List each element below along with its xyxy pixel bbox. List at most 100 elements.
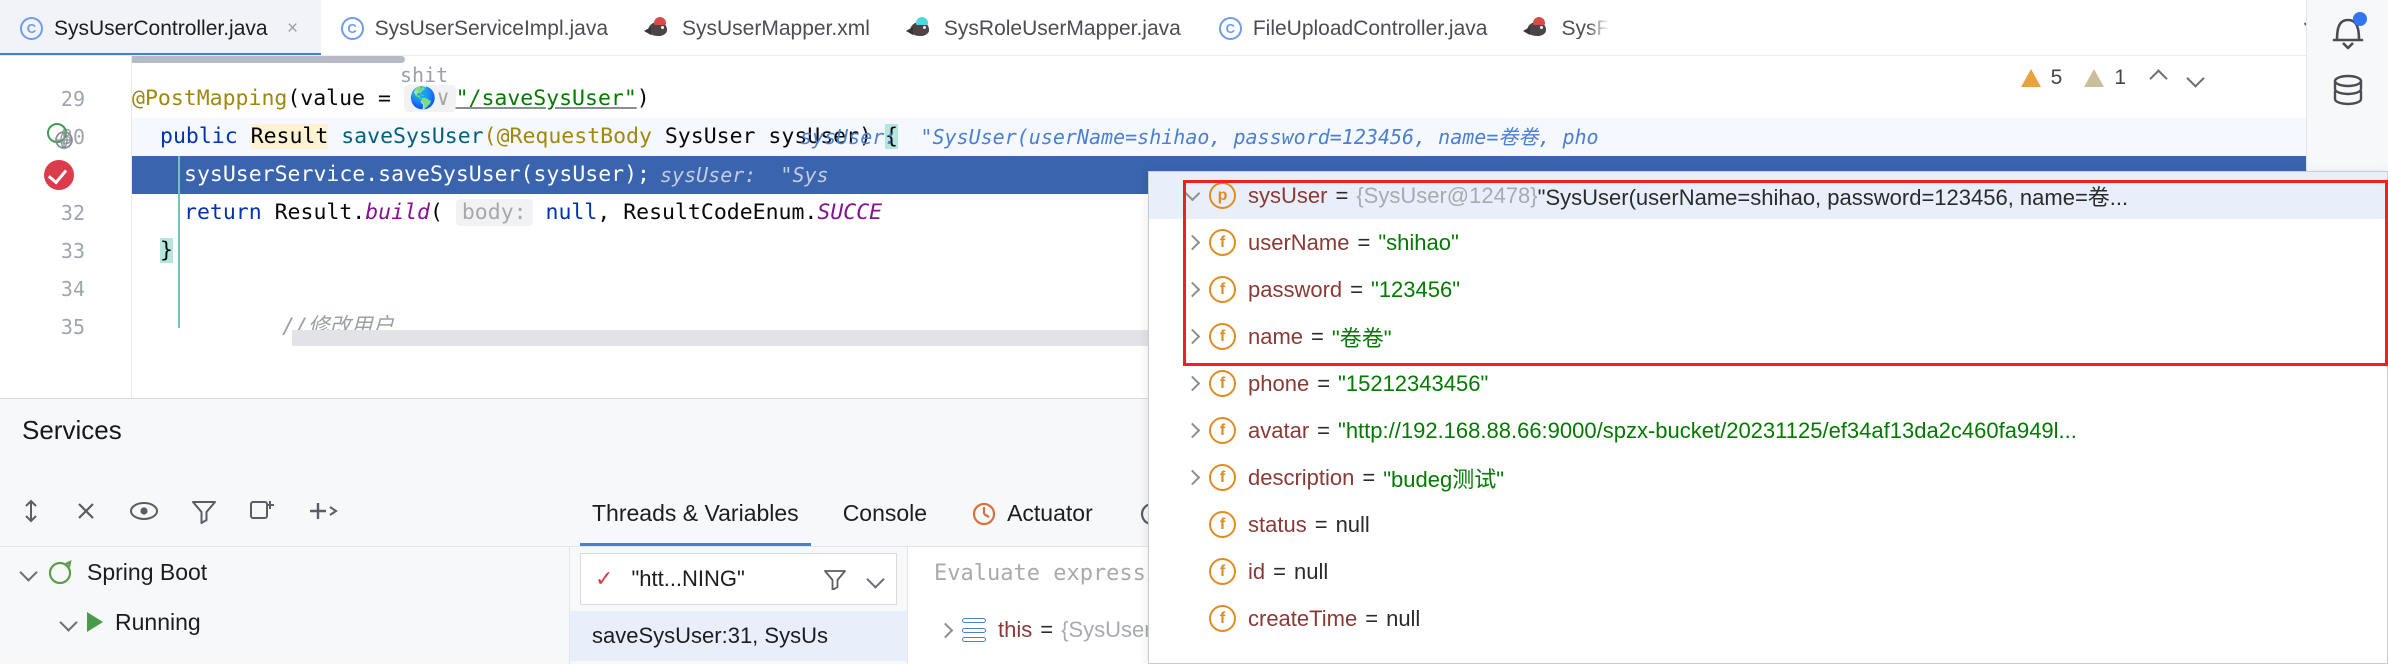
- parameter-hint-body: body:: [455, 199, 533, 226]
- variable-name: description: [1248, 464, 1355, 490]
- database-icon[interactable]: [2307, 62, 2388, 124]
- line-number: 32: [60, 201, 85, 225]
- debug-frames-panel[interactable]: ✓ "htt...NING" saveSysUser:31, SysUs: [570, 547, 908, 664]
- debug-tab-console[interactable]: Console: [821, 481, 949, 546]
- method-build: build: [365, 200, 430, 225]
- expand-chevron-right-icon[interactable]: [1175, 281, 1209, 298]
- variable-ref: {SysUser@12478}: [1356, 182, 1538, 208]
- sort-icon[interactable]: [18, 498, 44, 529]
- editor-tab-label: SysF: [1561, 16, 1610, 40]
- variable-value: "shihao": [1378, 229, 1459, 255]
- method-name: saveSysUser: [328, 124, 484, 149]
- line-number: 34: [60, 277, 85, 301]
- debug-variable-row[interactable]: f userName = "shihao": [1149, 219, 2387, 266]
- services-toolbar: [0, 481, 570, 547]
- mybatis-icon: [644, 17, 671, 39]
- variable-name: createTime: [1248, 605, 1358, 631]
- eye-icon[interactable]: [128, 498, 160, 529]
- editor-tab-5[interactable]: SysF: [1505, 0, 1627, 55]
- filter-icon[interactable]: [823, 568, 847, 590]
- expand-icon[interactable]: [248, 498, 276, 529]
- next-problem-chevron-down-icon[interactable]: [2186, 68, 2205, 88]
- keyword-return: return: [184, 200, 262, 225]
- expand-chevron-right-icon[interactable]: [1175, 469, 1209, 486]
- editor-tab-label: SysUserMapper.xml: [682, 16, 870, 40]
- variable-equals: =: [1040, 617, 1054, 642]
- variable-value: "卷卷": [1331, 325, 1392, 351]
- code-token: , ResultCodeEnum.: [597, 200, 818, 225]
- weak-warning-count: 1: [2114, 66, 2126, 89]
- close-icon[interactable]: [74, 499, 98, 528]
- web-url-inlay-icon[interactable]: 🌎∨: [403, 85, 456, 112]
- mapping-url-string[interactable]: "/saveSysUser": [456, 86, 637, 111]
- debug-variable-row[interactable]: f description = "budeg测试": [1149, 454, 2387, 501]
- expand-chevron-right-icon[interactable]: [928, 622, 962, 638]
- field-badge-icon: f: [1209, 323, 1236, 350]
- breakpoint-verified-icon[interactable]: [44, 160, 74, 190]
- code-line-32: return Result.build( body: null, ResultC…: [184, 194, 882, 232]
- chevron-down-icon[interactable]: [19, 562, 38, 582]
- editor-tab-4[interactable]: C FileUploadController.java: [1199, 0, 1506, 55]
- services-tree-item-running[interactable]: Running: [0, 597, 569, 647]
- java-class-icon: C: [340, 16, 364, 40]
- debug-variable-row[interactable]: f name = "卷卷": [1149, 313, 2387, 360]
- debug-variable-row[interactable]: f createTime = null: [1149, 595, 2387, 642]
- editor-tab-3[interactable]: SysRoleUserMapper.java: [888, 0, 1199, 55]
- variable-equals: =: [1350, 276, 1364, 302]
- inspection-widget[interactable]: 5 1: [2020, 66, 2205, 90]
- variable-value: null: [1335, 511, 1370, 537]
- inline-debug-hint-line-31[interactable]: sysUser: "Sys: [660, 156, 829, 194]
- variable-equals: =: [1357, 229, 1371, 255]
- debug-tab-label: Threads & Variables: [592, 500, 799, 526]
- services-tree-label: Spring Boot: [87, 558, 208, 585]
- debug-variable-row[interactable]: f phone = "15212343456": [1149, 360, 2387, 407]
- editor-tab-2[interactable]: SysUserMapper.xml: [626, 0, 888, 55]
- editor-tab-1[interactable]: C SysUserServiceImpl.java: [321, 0, 626, 55]
- prev-problem-chevron-up-icon[interactable]: [2149, 68, 2168, 88]
- spring-boot-icon: [48, 560, 72, 585]
- field-badge-icon: f: [1209, 605, 1236, 632]
- variable-value: "budeg测试": [1383, 466, 1505, 492]
- debug-variable-row[interactable]: f password = "123456": [1149, 266, 2387, 313]
- field-badge-icon: f: [1209, 511, 1236, 538]
- code-token: (: [429, 200, 456, 225]
- variable-name: status: [1248, 511, 1307, 537]
- collapse-chevron-down-icon[interactable]: [1175, 185, 1209, 202]
- editor-tab-0[interactable]: C SysUserController.java ×: [0, 0, 321, 55]
- debug-variable-row[interactable]: f id = null: [1149, 548, 2387, 595]
- field-badge-icon: f: [1209, 558, 1236, 585]
- close-icon[interactable]: ×: [283, 19, 303, 38]
- notifications-bell-icon[interactable]: [2307, 0, 2388, 62]
- expand-chevron-right-icon[interactable]: [1175, 328, 1209, 345]
- inline-debug-hint-line-30[interactable]: sysUser: "SysUser(userName=shihao, passw…: [800, 118, 1599, 156]
- variable-name: id: [1248, 558, 1266, 584]
- expand-chevron-right-icon[interactable]: [1175, 375, 1209, 392]
- add-icon[interactable]: [306, 498, 340, 529]
- stack-frame-item[interactable]: saveSysUser:31, SysUs: [570, 611, 907, 661]
- debug-value-popup[interactable]: p sysUser = {SysUser@12478} "SysUser(userNa…: [1148, 171, 2388, 664]
- filter-icon[interactable]: [190, 498, 218, 529]
- editor-tab-label: SysUserController.java: [54, 16, 268, 40]
- debug-variable-row[interactable]: p sysUser = {SysUser@12478} "SysUser(userNa…: [1149, 172, 2387, 219]
- expand-chevron-right-icon[interactable]: [1175, 422, 1209, 439]
- variable-value: "123456": [1371, 276, 1461, 302]
- debug-tab-actuator[interactable]: Actuator: [949, 481, 1115, 546]
- chevron-down-icon[interactable]: [59, 612, 78, 632]
- debug-variables-list[interactable]: p sysUser = {SysUser@12478} "SysUser(userNa…: [1149, 172, 2387, 642]
- debug-variable-row[interactable]: f status = null: [1149, 501, 2387, 548]
- editor-gutter[interactable]: 29 30 31 32 33 34 35: [0, 56, 132, 398]
- debug-variable-row[interactable]: f avatar = "http://192.168.88.66:9000/spzx-…: [1149, 407, 2387, 454]
- expand-chevron-right-icon[interactable]: [1175, 234, 1209, 251]
- field-badge-icon: f: [1209, 276, 1236, 303]
- thread-selector[interactable]: ✓ "htt...NING": [580, 553, 897, 605]
- debug-tab-threads-variables[interactable]: Threads & Variables: [570, 481, 821, 546]
- return-type-Result: Result: [250, 124, 329, 149]
- variable-value: "SysUser(userName=shihao, password=12345…: [1537, 184, 2129, 210]
- services-tree-item-spring-boot[interactable]: Spring Boot: [0, 547, 569, 597]
- services-tree[interactable]: Spring Boot Running: [0, 547, 570, 664]
- code-token: (value =: [287, 86, 404, 111]
- web-endpoint-gutter-icon[interactable]: [46, 122, 74, 150]
- variable-equals: =: [1365, 605, 1379, 631]
- chevron-down-icon[interactable]: [866, 569, 885, 589]
- weak-warning-icon: [2084, 69, 2105, 87]
